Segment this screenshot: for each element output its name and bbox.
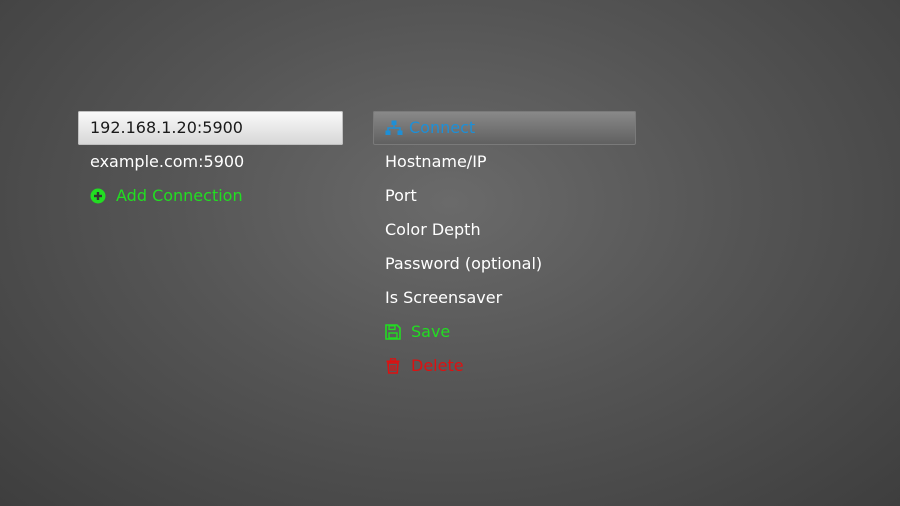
save-button[interactable]: Save (373, 315, 636, 349)
connection-item-label: 192.168.1.20:5900 (90, 118, 243, 137)
connect-label: Connect (409, 118, 476, 137)
port-label: Port (385, 186, 417, 205)
connection-settings-menu: Connect Hostname/IP Port Color Depth Pas… (373, 111, 636, 383)
network-icon (385, 120, 403, 136)
password-label: Password (optional) (385, 254, 543, 273)
vnc-client-screen: 192.168.1.20:5900 example.com:5900 Add C… (0, 0, 900, 506)
add-connection-label: Add Connection (116, 186, 243, 205)
color-depth-setting[interactable]: Color Depth (373, 213, 636, 247)
screensaver-setting[interactable]: Is Screensaver (373, 281, 636, 315)
floppy-disk-icon (385, 324, 401, 340)
delete-button[interactable]: Delete (373, 349, 636, 383)
connection-item-label: example.com:5900 (90, 152, 245, 171)
hostname-label: Hostname/IP (385, 152, 487, 171)
connection-list: 192.168.1.20:5900 example.com:5900 Add C… (78, 111, 343, 213)
add-connection-button[interactable]: Add Connection (78, 179, 343, 213)
port-setting[interactable]: Port (373, 179, 636, 213)
save-label: Save (411, 322, 451, 341)
connect-button[interactable]: Connect (373, 111, 636, 145)
password-setting[interactable]: Password (optional) (373, 247, 636, 281)
connection-item-example-com[interactable]: example.com:5900 (78, 145, 343, 179)
plus-circle-icon (90, 188, 106, 204)
delete-label: Delete (411, 356, 464, 375)
color-depth-label: Color Depth (385, 220, 481, 239)
trash-icon (385, 358, 401, 374)
connection-item-192-168-1-20[interactable]: 192.168.1.20:5900 (78, 111, 343, 145)
hostname-setting[interactable]: Hostname/IP (373, 145, 636, 179)
screensaver-label: Is Screensaver (385, 288, 503, 307)
